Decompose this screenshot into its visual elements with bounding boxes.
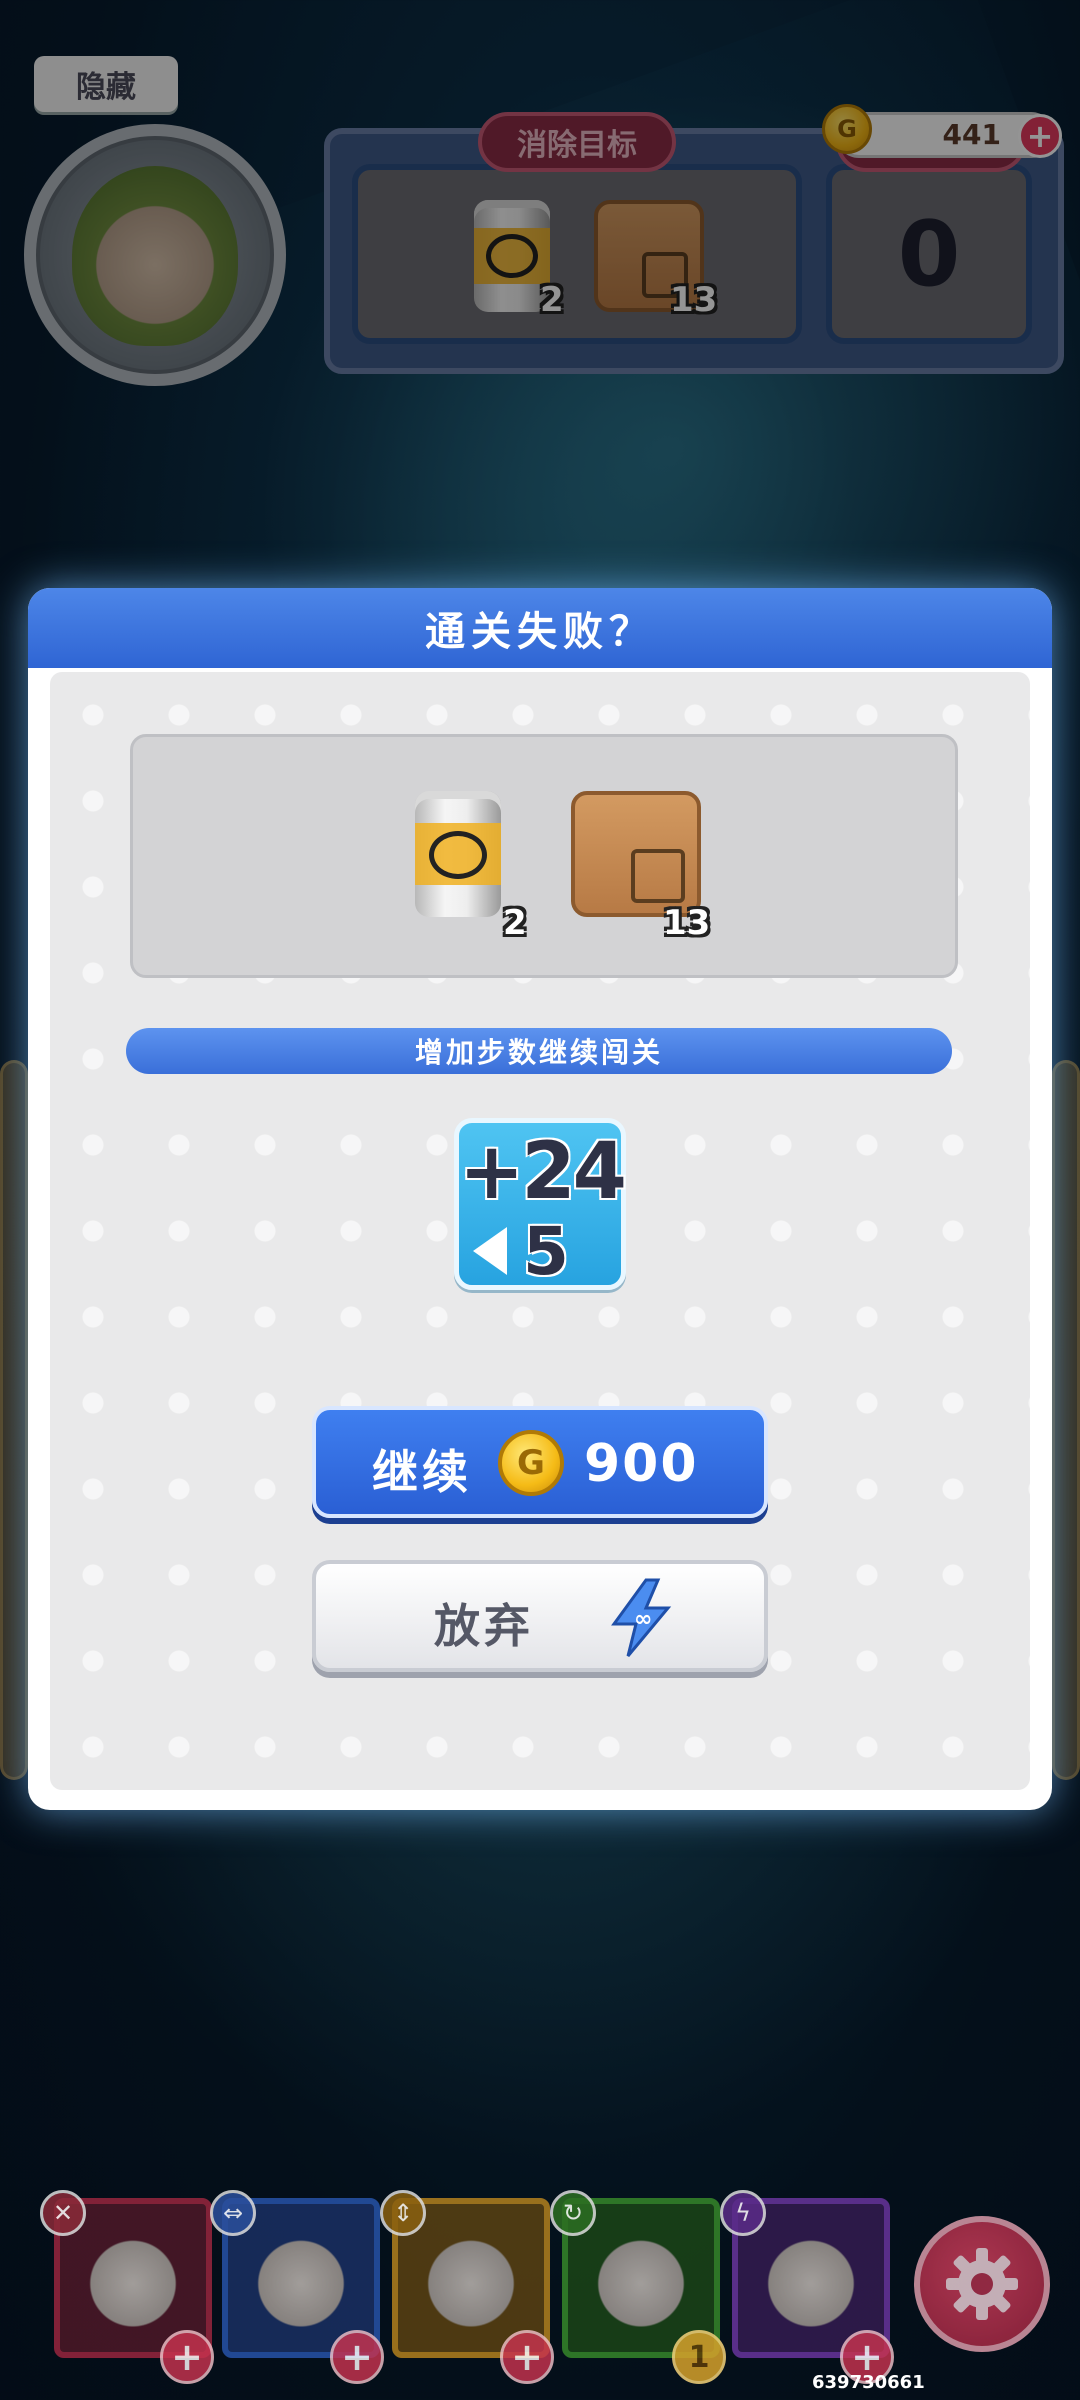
- give-up-button[interactable]: 放弃 ∞: [312, 1560, 768, 1672]
- coin-icon: G: [498, 1430, 564, 1496]
- svg-text:∞: ∞: [634, 1607, 652, 1632]
- continue-price: 900: [584, 1434, 699, 1494]
- crate-icon: [571, 791, 701, 917]
- continue-button[interactable]: 继续 G 900: [312, 1406, 768, 1518]
- target-crate-count: 13: [663, 903, 711, 943]
- hero-4-level-badge: 1: [672, 2330, 726, 2384]
- back-arrow-icon: [473, 1227, 507, 1275]
- energy-bolt-icon: ∞: [611, 1578, 672, 1657]
- hero-2-plus-button[interactable]: +: [330, 2330, 384, 2384]
- can-icon: [415, 791, 501, 917]
- hero-3-plus-button[interactable]: +: [500, 2330, 554, 2384]
- continue-label: 继续: [372, 1445, 472, 1499]
- target-can-count: 2: [503, 903, 527, 943]
- step-bonus-value: +24: [459, 1127, 627, 1217]
- vertical-skill-icon: ⇕: [380, 2190, 426, 2236]
- gear-icon: [946, 2248, 1018, 2320]
- step-bonus-sub: 5: [523, 1213, 569, 1290]
- hero-1-plus-button[interactable]: +: [160, 2330, 214, 2384]
- settings-button[interactable]: [914, 2216, 1050, 2352]
- add-steps-ribbon: 增加步数继续闯关: [126, 1028, 952, 1074]
- user-id: 639730661: [812, 2372, 925, 2393]
- close-skill-icon: ✕: [40, 2190, 86, 2236]
- dialog-title: 通关失败？: [28, 588, 1052, 668]
- step-bonus-card: +24 5: [454, 1118, 627, 1290]
- refresh-skill-icon: ↻: [550, 2190, 596, 2236]
- lightning-skill-icon: ϟ: [720, 2190, 766, 2236]
- remaining-targets-panel: 2 13: [130, 734, 958, 978]
- swap-skill-icon: ⇔: [210, 2190, 256, 2236]
- give-up-label: 放弃: [434, 1599, 534, 1653]
